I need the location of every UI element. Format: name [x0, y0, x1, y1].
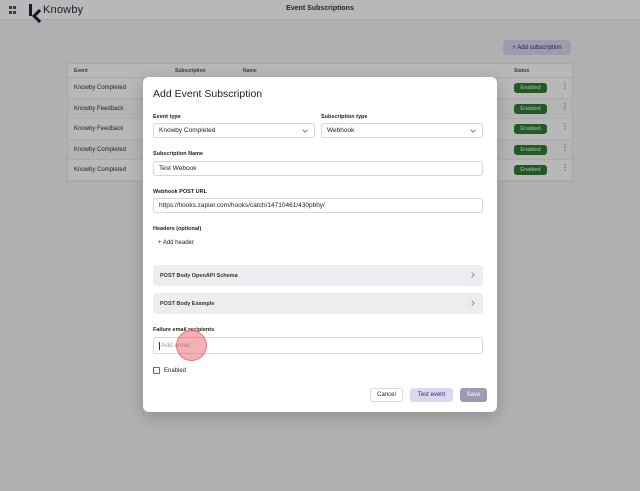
event-type-label: Event type — [153, 114, 181, 120]
subscription-name-value: Test Webook — [159, 165, 197, 172]
webhook-url-label: Webhook POST URL — [153, 189, 207, 195]
accordion-label: POST Body OpenAPI Schema — [160, 272, 238, 279]
click-indicator — [176, 330, 207, 361]
webhook-url-value: https://hooks.zapier.com/hooks/catch/147… — [159, 202, 325, 209]
event-type-value: Knowby Completed — [159, 127, 216, 134]
subscription-type-select[interactable]: Webhook — [321, 123, 483, 138]
enabled-label: Enabled — [164, 367, 187, 374]
add-header-button[interactable]: + Add header — [158, 240, 194, 246]
text-caret — [159, 341, 160, 350]
event-type-select[interactable]: Knowby Completed — [153, 123, 315, 138]
chevron-right-icon — [469, 300, 475, 306]
cancel-button[interactable]: Cancel — [370, 388, 403, 402]
subscription-name-input[interactable]: Test Webook — [153, 161, 483, 176]
subscription-type-label: Subscription type — [321, 114, 368, 120]
headers-label: Headers (optional) — [153, 226, 202, 232]
test-event-button[interactable]: Test event — [410, 388, 453, 402]
enabled-checkbox[interactable] — [153, 367, 160, 374]
chevron-down-icon — [302, 127, 308, 133]
webhook-url-input[interactable]: https://hooks.zapier.com/hooks/catch/147… — [153, 198, 483, 213]
add-event-subscription-dialog: Add Event Subscription Event type Knowby… — [143, 77, 497, 412]
enabled-toggle[interactable]: Enabled — [153, 367, 186, 374]
subscription-name-label: Subscription Name — [153, 151, 204, 157]
subscription-type-value: Webhook — [327, 127, 355, 134]
dialog-title: Add Event Subscription — [153, 88, 263, 100]
chevron-right-icon — [469, 272, 475, 278]
chevron-down-icon — [470, 127, 476, 133]
save-button[interactable]: Save — [460, 388, 487, 402]
openapi-schema-accordion[interactable]: POST Body OpenAPI Schema — [153, 265, 483, 286]
post-body-example-accordion[interactable]: POST Body Example — [153, 293, 483, 314]
accordion-label: POST Body Example — [160, 300, 215, 307]
